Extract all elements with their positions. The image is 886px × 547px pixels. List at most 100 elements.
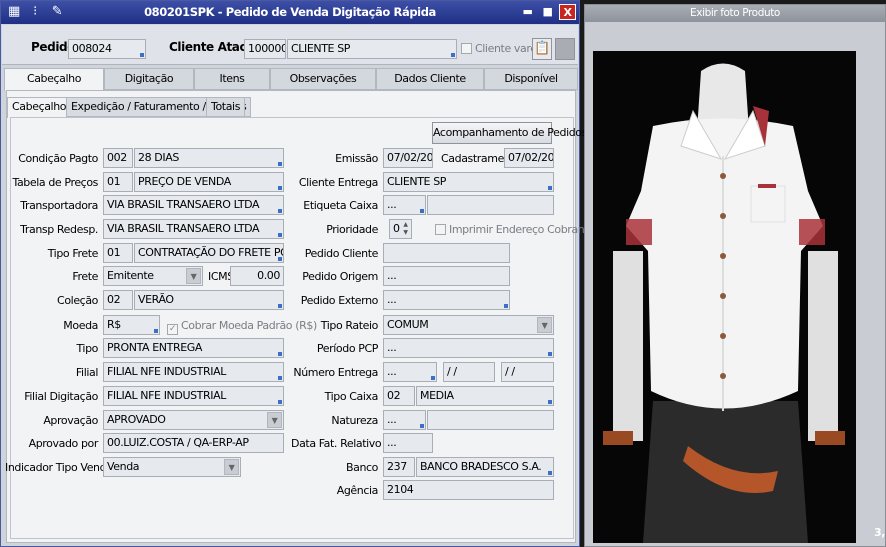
tipo-rateio-value: COMUM bbox=[387, 318, 429, 331]
pedido-field[interactable]: 008024 bbox=[68, 39, 146, 59]
indicador-label: Indicador Tipo Venda bbox=[5, 461, 113, 474]
tipo-field[interactable]: PRONTA ENTREGA bbox=[103, 338, 284, 358]
aprovacao-value: APROVADO bbox=[107, 413, 166, 426]
tabela-desc-field[interactable]: PREÇO DE VENDA bbox=[134, 172, 284, 192]
color-swatch-button[interactable] bbox=[555, 38, 575, 60]
photo-window-title: Exibir foto Produto bbox=[585, 5, 885, 22]
chevron-down-icon[interactable]: ▼ bbox=[186, 268, 201, 284]
checkbox-box bbox=[435, 224, 446, 235]
tabela-label: Tabela de Preços bbox=[12, 176, 98, 189]
pedido-externo-label: Pedido Externo bbox=[300, 294, 379, 307]
imprimir-endereco-label: Imprimir Endereço Cobrança bbox=[449, 223, 597, 236]
natureza-code-field[interactable]: ... bbox=[383, 410, 426, 430]
pedido-origem-field[interactable]: ... bbox=[383, 266, 510, 286]
acompanhamento-button[interactable]: Acompanhamento de Pedidos bbox=[432, 122, 587, 144]
chevron-down-icon[interactable]: ▼ bbox=[537, 317, 552, 333]
stepper-arrows-icon[interactable]: ▲ ▼ bbox=[401, 221, 410, 237]
order-header: Pedido 008024 Cliente Atacado 100000 CLI… bbox=[2, 25, 578, 65]
banco-code-field[interactable]: 237 bbox=[383, 457, 415, 477]
natureza-desc-field[interactable] bbox=[427, 410, 554, 430]
redesp-field[interactable]: VIA BRASIL TRANSAERO LTDA bbox=[103, 219, 284, 239]
etiqueta-label: Etiqueta Caixa bbox=[303, 199, 378, 212]
transportadora-field[interactable]: VIA BRASIL TRANSAERO LTDA bbox=[103, 195, 284, 215]
main-tabs: Cabeçalho Digitação Itens Observações Da… bbox=[2, 68, 578, 91]
tab-observacoes[interactable]: Observações bbox=[270, 68, 376, 90]
tipo-frete-desc-field[interactable]: CONTRATAÇÃO DO FRETE POR CONTA bbox=[134, 243, 284, 263]
clipboard-icon[interactable]: 📋 bbox=[532, 38, 552, 60]
tipo-frete-label: Tipo Frete bbox=[47, 247, 99, 260]
natureza-label: Natureza bbox=[331, 414, 378, 427]
tab-totais[interactable]: Totais bbox=[206, 97, 246, 117]
filial-digitacao-label: Filial Digitação bbox=[24, 390, 98, 403]
tab-disponivel[interactable]: Disponível bbox=[484, 68, 578, 90]
tipo-frete-code-field[interactable]: 01 bbox=[103, 243, 133, 263]
maximize-button[interactable]: ■ bbox=[539, 4, 556, 20]
tipo-caixa-label: Tipo Caixa bbox=[324, 390, 379, 403]
pedido-cliente-field[interactable] bbox=[383, 243, 510, 263]
icms-field[interactable]: 0.00 bbox=[230, 266, 284, 286]
tab-digitacao[interactable]: Digitação bbox=[104, 68, 194, 90]
tab-itens[interactable]: Itens bbox=[194, 68, 270, 90]
pedido-externo-field[interactable]: ... bbox=[383, 290, 510, 310]
cliente-entrega-label: Cliente Entrega bbox=[298, 176, 379, 189]
etiqueta-desc-field[interactable] bbox=[427, 195, 554, 215]
tipo-caixa-code-field[interactable]: 02 bbox=[383, 386, 415, 406]
cliente-code-field[interactable]: 100000 bbox=[244, 39, 286, 59]
aprovacao-select[interactable]: APROVADO ▼ bbox=[103, 410, 284, 430]
indicador-select[interactable]: Venda ▼ bbox=[103, 457, 241, 477]
frete-label: Frete bbox=[72, 270, 98, 283]
checkbox-box bbox=[461, 43, 472, 54]
frete-value: Emitente bbox=[107, 269, 154, 282]
cliente-name-field[interactable]: CLIENTE SP bbox=[287, 39, 457, 59]
close-button[interactable]: X bbox=[559, 4, 576, 20]
filial-label: Filial bbox=[75, 366, 98, 379]
moeda-field[interactable]: R$ bbox=[103, 315, 160, 335]
banco-desc-field[interactable]: BANCO BRADESCO S.A. bbox=[416, 457, 554, 477]
colecao-label: Coleção bbox=[57, 294, 98, 307]
redesp-label: Transp Redesp. bbox=[20, 223, 98, 236]
colecao-code-field[interactable]: 02 bbox=[103, 290, 133, 310]
periodo-pcp-label: Período PCP bbox=[316, 342, 378, 355]
pedido-cliente-label: Pedido Cliente bbox=[304, 247, 379, 260]
numero-entrega-date2-field[interactable]: / / bbox=[501, 362, 554, 382]
moeda-label: Moeda bbox=[63, 319, 98, 332]
periodo-pcp-field[interactable]: ... bbox=[383, 338, 554, 358]
tab-cabecalho[interactable]: Cabeçalho bbox=[4, 68, 104, 91]
agencia-field[interactable]: 2104 bbox=[383, 480, 554, 500]
tab-dados-cliente[interactable]: Dados Cliente bbox=[376, 68, 484, 90]
traffic-light-icon[interactable]: ⁝ bbox=[27, 4, 43, 20]
colecao-desc-field[interactable]: VERÃO bbox=[134, 290, 284, 310]
aprovado-por-field[interactable]: 00.LUIZ.COSTA / QA-ERP-AP bbox=[103, 433, 284, 453]
numero-entrega-label: Número Entrega bbox=[293, 366, 378, 379]
tipo-label: Tipo bbox=[76, 342, 98, 355]
frete-select[interactable]: Emitente ▼ bbox=[103, 266, 203, 286]
prioridade-label: Prioridade bbox=[326, 223, 378, 236]
aprovado-por-label: Aprovado por bbox=[28, 437, 99, 450]
chevron-down-icon[interactable]: ▼ bbox=[224, 459, 239, 475]
product-photo-window: Exibir foto Produto bbox=[584, 4, 886, 547]
emissao-field[interactable]: 07/02/2025 bbox=[383, 148, 433, 168]
prioridade-stepper[interactable]: 0 ▲ ▼ bbox=[389, 219, 412, 239]
chevron-down-icon[interactable]: ▼ bbox=[267, 412, 282, 428]
numero-entrega-field[interactable]: ... bbox=[383, 362, 437, 382]
tabela-code-field[interactable]: 01 bbox=[103, 172, 133, 192]
etiqueta-code-field[interactable]: ... bbox=[383, 195, 426, 215]
cliente-entrega-field[interactable]: CLIENTE SP bbox=[383, 172, 554, 192]
condicao-code-field[interactable]: 002 bbox=[103, 148, 133, 168]
cadastramento-field[interactable]: 07/02/2025 bbox=[504, 148, 554, 168]
grid-icon[interactable]: ▦ bbox=[6, 4, 22, 20]
tipo-caixa-desc-field[interactable]: MEDIA bbox=[416, 386, 554, 406]
numero-entrega-date1-field[interactable]: / / bbox=[443, 362, 495, 382]
imprimir-endereco-checkbox[interactable]: Imprimir Endereço Cobrança bbox=[435, 223, 597, 236]
minimize-button[interactable]: ▬ bbox=[519, 4, 536, 20]
window-title: 080201SPK - Pedido de Venda Digitação Rá… bbox=[144, 5, 436, 19]
title-bar: ▦ ⁝ ✎ 080201SPK - Pedido de Venda Digita… bbox=[1, 1, 579, 24]
wrench-icon[interactable]: ✎ bbox=[49, 4, 65, 20]
filial-field[interactable]: FILIAL NFE INDUSTRIAL bbox=[103, 362, 284, 382]
aprovacao-label: Aprovação bbox=[43, 414, 98, 427]
tipo-rateio-select[interactable]: COMUM ▼ bbox=[383, 315, 554, 335]
data-fat-field[interactable]: ... bbox=[383, 433, 433, 453]
condicao-desc-field[interactable]: 28 DIAS bbox=[134, 148, 284, 168]
filial-digitacao-field[interactable]: FILIAL NFE INDUSTRIAL bbox=[103, 386, 284, 406]
shirt-image bbox=[593, 51, 856, 543]
